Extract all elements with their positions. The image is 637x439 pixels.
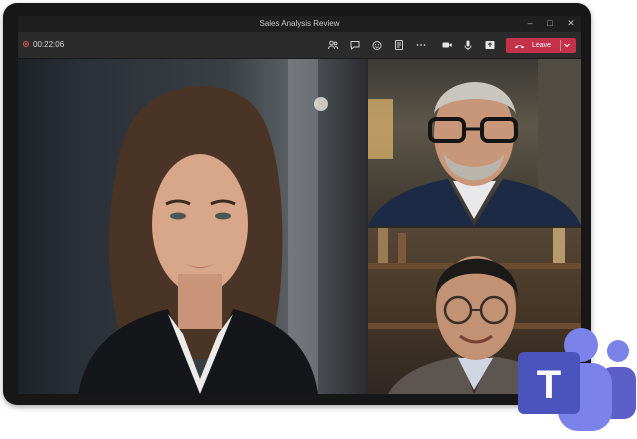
teams-meeting-window: Sales Analysis Review – □ ✕ 00:22:06 Lea… <box>18 16 581 394</box>
participant-video-top-right[interactable] <box>368 59 581 226</box>
teams-logo: T <box>518 327 637 434</box>
leave-button[interactable]: Leave <box>506 38 576 53</box>
window-title: Sales Analysis Review <box>259 19 340 28</box>
teams-logo-letter: T <box>537 363 561 407</box>
title-bar: Sales Analysis Review – □ ✕ <box>18 16 581 32</box>
mic-icon[interactable] <box>461 38 475 52</box>
close-icon[interactable]: ✕ <box>564 18 578 29</box>
people-icon[interactable] <box>326 38 340 52</box>
meeting-timer: 00:22:06 <box>33 40 65 49</box>
device-frame: Sales Analysis Review – □ ✕ 00:22:06 Lea… <box>3 3 591 405</box>
share-icon[interactable] <box>483 38 497 52</box>
phone-hangup-icon <box>514 41 526 51</box>
chat-icon[interactable] <box>348 38 362 52</box>
participant-video-main[interactable] <box>18 59 366 394</box>
leave-divider <box>560 40 561 51</box>
chevron-down-icon[interactable] <box>562 40 572 50</box>
react-icon[interactable] <box>370 38 384 52</box>
maximize-icon[interactable]: □ <box>543 18 557 28</box>
leave-label: Leave <box>532 42 552 49</box>
recording-icon <box>23 41 29 47</box>
minimize-icon[interactable]: – <box>523 18 537 28</box>
camera-icon[interactable] <box>440 38 454 52</box>
meeting-toolbar: 00:22:06 Leave <box>18 32 581 59</box>
more-icon[interactable] <box>414 38 428 52</box>
notes-icon[interactable] <box>392 38 406 52</box>
